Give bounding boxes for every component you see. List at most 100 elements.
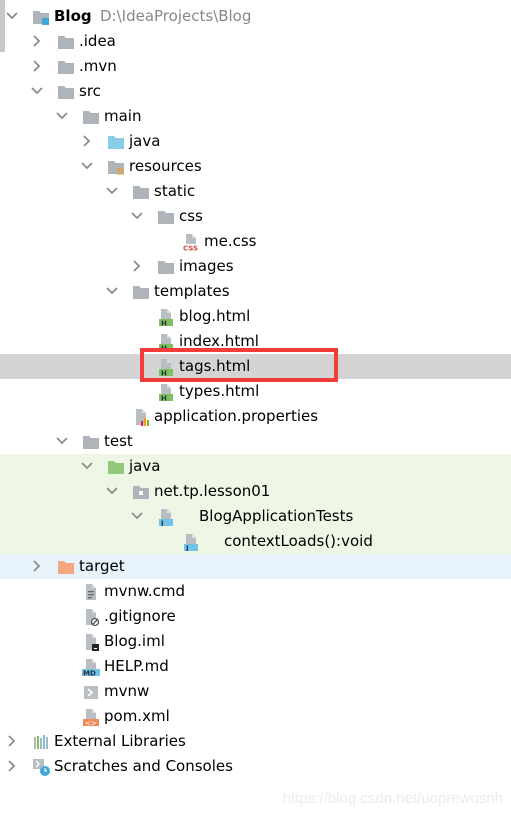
chevron-down-icon[interactable]	[55, 109, 69, 123]
java-class-icon: J	[182, 533, 200, 553]
tree-node[interactable]: JcontextLoads():void	[0, 529, 511, 554]
chevron-down-icon[interactable]	[30, 84, 44, 98]
chevron-right-icon[interactable]	[130, 259, 144, 273]
node-label: net.tp.lesson01	[154, 482, 271, 500]
markdown-file-icon: MD	[82, 658, 100, 678]
chevron-right-icon[interactable]	[30, 559, 44, 573]
svg-text:J: J	[160, 520, 164, 527]
tree-node[interactable]: .gitignore	[0, 604, 511, 629]
tree-node[interactable]: MD HELP.md	[0, 654, 511, 679]
tree-node[interactable]: J BlogApplicationTests	[0, 504, 511, 529]
node-label: test	[104, 432, 133, 450]
module-folder-icon	[32, 8, 50, 26]
node-label: mvnw	[104, 682, 150, 700]
css-file-icon: CSS	[182, 233, 200, 253]
source-folder-icon	[107, 133, 125, 151]
tree-node[interactable]: static	[0, 179, 511, 204]
tree-node[interactable]: java	[0, 129, 511, 154]
svg-text:<>: <>	[85, 720, 97, 727]
tree-node[interactable]: Blog.iml	[0, 629, 511, 654]
chevron-down-icon[interactable]	[55, 434, 69, 448]
node-label: blog.html	[179, 307, 251, 325]
svg-text:J: J	[185, 545, 189, 552]
tree-node[interactable]: images	[0, 254, 511, 279]
chevron-right-icon[interactable]	[5, 734, 19, 748]
node-label: css	[179, 207, 203, 225]
resources-folder-icon	[107, 158, 125, 176]
svg-text:H: H	[161, 320, 167, 327]
tree-node[interactable]: net.tp.lesson01	[0, 479, 511, 504]
node-label: resources	[129, 157, 202, 175]
chevron-down-icon[interactable]	[105, 184, 119, 198]
tree-node[interactable]: resources	[0, 154, 511, 179]
node-label: Scratches and Consoles	[54, 757, 233, 775]
tree-node[interactable]: java	[0, 454, 511, 479]
svg-text:H: H	[161, 395, 167, 402]
xml-file-icon: <>	[82, 708, 100, 728]
chevron-down-icon[interactable]	[5, 9, 19, 23]
iml-file-icon	[82, 633, 100, 651]
node-label: java	[129, 132, 161, 150]
node-label: .gitignore	[104, 607, 176, 625]
chevron-down-icon[interactable]	[130, 509, 144, 523]
node-label: .idea	[79, 32, 116, 50]
tree-node[interactable]: src	[0, 79, 511, 104]
node-label: types.html	[179, 382, 260, 400]
project-tree: Blog D:\IdeaProjects\Blog .idea .mvn src main…	[0, 4, 511, 779]
tree-node[interactable]: <> pom.xml	[0, 704, 511, 729]
chevron-right-icon[interactable]	[80, 134, 94, 148]
chevron-right-icon[interactable]	[30, 59, 44, 73]
node-label: Blog.iml	[104, 632, 165, 650]
tree-node[interactable]: Scratches and Consoles	[0, 754, 511, 779]
tree-node[interactable]: test	[0, 429, 511, 454]
folder-icon	[82, 108, 100, 126]
folder-icon	[57, 83, 75, 101]
tree-node[interactable]: CSS me.css	[0, 229, 511, 254]
folder-icon	[132, 283, 150, 301]
node-path: D:\IdeaProjects\Blog	[100, 7, 252, 25]
tree-node[interactable]: .mvn	[0, 54, 511, 79]
tree-node[interactable]: Hblog.html	[0, 304, 511, 329]
node-label: BlogApplicationTests	[199, 507, 354, 525]
node-label: main	[104, 107, 142, 125]
tree-node[interactable]: main	[0, 104, 511, 129]
ignore-file-icon	[82, 608, 100, 627]
html-file-icon: H	[157, 383, 175, 403]
node-label: me.css	[204, 232, 257, 250]
shell-file-icon	[82, 683, 100, 701]
node-label: java	[129, 457, 161, 475]
tree-node[interactable]: application.properties	[0, 404, 511, 429]
tree-node[interactable]: mvnw	[0, 679, 511, 704]
node-label: HELP.md	[104, 657, 169, 675]
folder-icon	[157, 258, 175, 276]
chevron-down-icon[interactable]	[80, 459, 94, 473]
tree-node[interactable]: css	[0, 204, 511, 229]
chevron-down-icon[interactable]	[105, 284, 119, 298]
chevron-down-icon[interactable]	[105, 484, 119, 498]
tree-node[interactable]: mvnw.cmd	[0, 579, 511, 604]
tree-node[interactable]: target	[0, 554, 511, 579]
tree-node[interactable]: Htypes.html	[0, 379, 511, 404]
chevron-down-icon[interactable]	[130, 209, 144, 223]
node-label: contextLoads():void	[224, 532, 373, 550]
folder-icon	[57, 33, 75, 51]
test-folder-icon	[107, 458, 125, 476]
tree-node[interactable]: External Libraries	[0, 729, 511, 754]
node-label: mvnw.cmd	[104, 582, 186, 600]
node-label: images	[179, 257, 234, 275]
tree-node[interactable]: templates	[0, 279, 511, 304]
text-file-icon	[82, 583, 100, 601]
chevron-down-icon[interactable]	[80, 159, 94, 173]
node-label: static	[154, 182, 196, 200]
node-label: .mvn	[79, 57, 117, 75]
tree-node[interactable]: .idea	[0, 29, 511, 54]
folder-icon	[157, 208, 175, 226]
tree-node[interactable]: Blog D:\IdeaProjects\Blog	[0, 4, 511, 29]
chevron-right-icon[interactable]	[30, 34, 44, 48]
folder-icon	[82, 433, 100, 451]
java-class-icon: J	[157, 508, 175, 528]
node-label: pom.xml	[104, 707, 170, 725]
properties-file-icon	[132, 408, 150, 426]
chevron-right-icon[interactable]	[5, 759, 19, 773]
folder-icon	[132, 183, 150, 201]
